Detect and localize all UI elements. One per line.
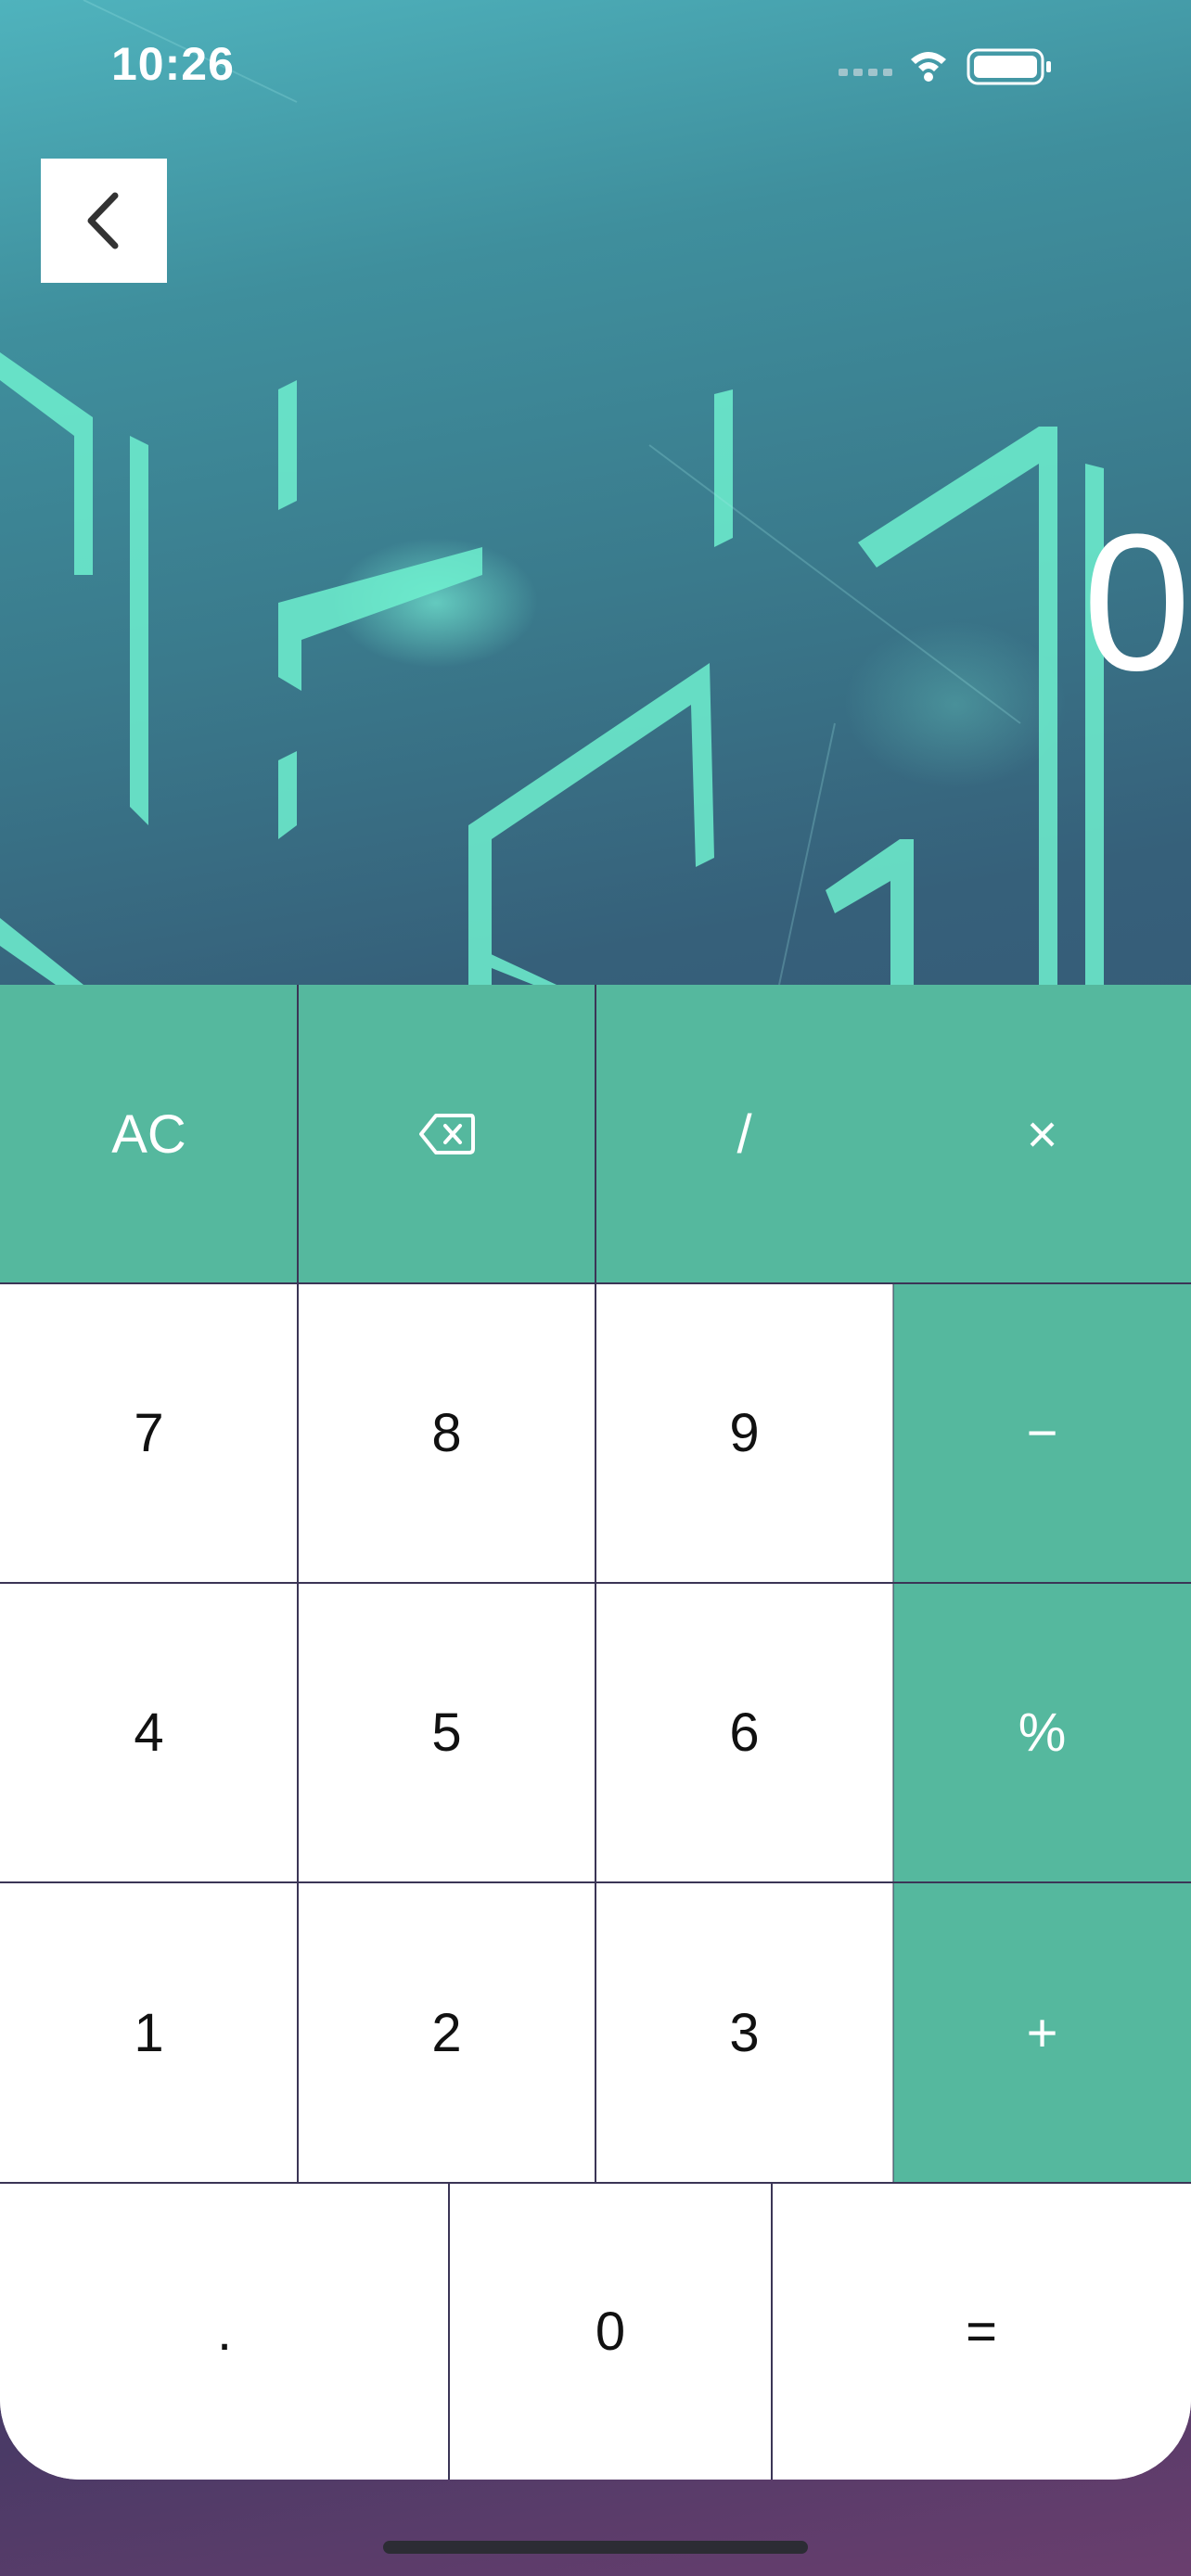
- key-2[interactable]: 2: [298, 1882, 596, 2183]
- key-2-label: 2: [431, 2002, 462, 2063]
- key-9-label: 9: [729, 1403, 760, 1463]
- key-3-label: 3: [729, 2002, 760, 2063]
- minus-button[interactable]: −: [893, 1283, 1191, 1583]
- key-4[interactable]: 4: [0, 1583, 298, 1882]
- divider: [595, 985, 596, 2183]
- key-4-label: 4: [134, 1702, 164, 1763]
- result-display: 0: [1082, 501, 1191, 705]
- key-5-label: 5: [431, 1702, 462, 1763]
- key-8[interactable]: 8: [298, 1283, 596, 1583]
- clear-label: AC: [111, 1103, 186, 1165]
- divide-button[interactable]: /: [596, 985, 893, 1283]
- backspace-button[interactable]: [298, 985, 596, 1283]
- divide-label: /: [736, 1103, 752, 1165]
- multiply-button[interactable]: ×: [893, 985, 1191, 1283]
- percent-button[interactable]: %: [893, 1583, 1191, 1882]
- signal-icon: [839, 69, 892, 76]
- key-9[interactable]: 9: [596, 1283, 893, 1583]
- key-8-label: 8: [431, 1403, 462, 1463]
- clear-button[interactable]: AC: [0, 985, 298, 1283]
- chevron-left-icon: [87, 192, 119, 249]
- divider: [0, 2182, 1191, 2184]
- key-1[interactable]: 1: [0, 1882, 298, 2183]
- minus-label: −: [1026, 1403, 1058, 1463]
- divider: [771, 2183, 773, 2480]
- key-6-label: 6: [729, 1702, 760, 1763]
- status-icons: [839, 48, 1051, 85]
- key-5[interactable]: 5: [298, 1583, 596, 1882]
- divider: [297, 985, 299, 2183]
- key-7[interactable]: 7: [0, 1283, 298, 1583]
- key-3[interactable]: 3: [596, 1882, 893, 2183]
- plus-button[interactable]: +: [893, 1882, 1191, 2183]
- divider: [0, 1881, 1191, 1883]
- key-0[interactable]: 0: [449, 2183, 772, 2480]
- plus-label: +: [1026, 2002, 1058, 2063]
- wifi-icon: [911, 52, 946, 82]
- equals-label: =: [966, 2301, 997, 2362]
- status-bar: 10:26: [0, 0, 1191, 130]
- divider: [892, 1283, 894, 2183]
- keypad: AC / × 7 8 9 − 4 5 6 % 1 2 3 + . 0 =: [0, 985, 1191, 2480]
- status-time: 10:26: [111, 38, 235, 90]
- key-0-label: 0: [595, 2301, 626, 2362]
- key-1-label: 1: [134, 2002, 164, 2063]
- home-indicator[interactable]: [383, 2541, 808, 2554]
- backspace-icon: [418, 1114, 475, 1154]
- back-button[interactable]: [41, 159, 167, 283]
- equals-button[interactable]: =: [772, 2183, 1191, 2480]
- percent-label: %: [1018, 1702, 1067, 1763]
- multiply-label: ×: [1026, 1103, 1058, 1165]
- divider: [0, 1282, 1191, 1284]
- divider: [0, 1582, 1191, 1584]
- key-6[interactable]: 6: [596, 1583, 893, 1882]
- battery-icon: [967, 48, 1051, 85]
- key-7-label: 7: [134, 1403, 164, 1463]
- bottom-key-row: . 0 =: [0, 2183, 1191, 2480]
- decimal-label: .: [216, 2301, 233, 2362]
- decimal-button[interactable]: .: [0, 2183, 449, 2480]
- divider: [448, 2183, 450, 2480]
